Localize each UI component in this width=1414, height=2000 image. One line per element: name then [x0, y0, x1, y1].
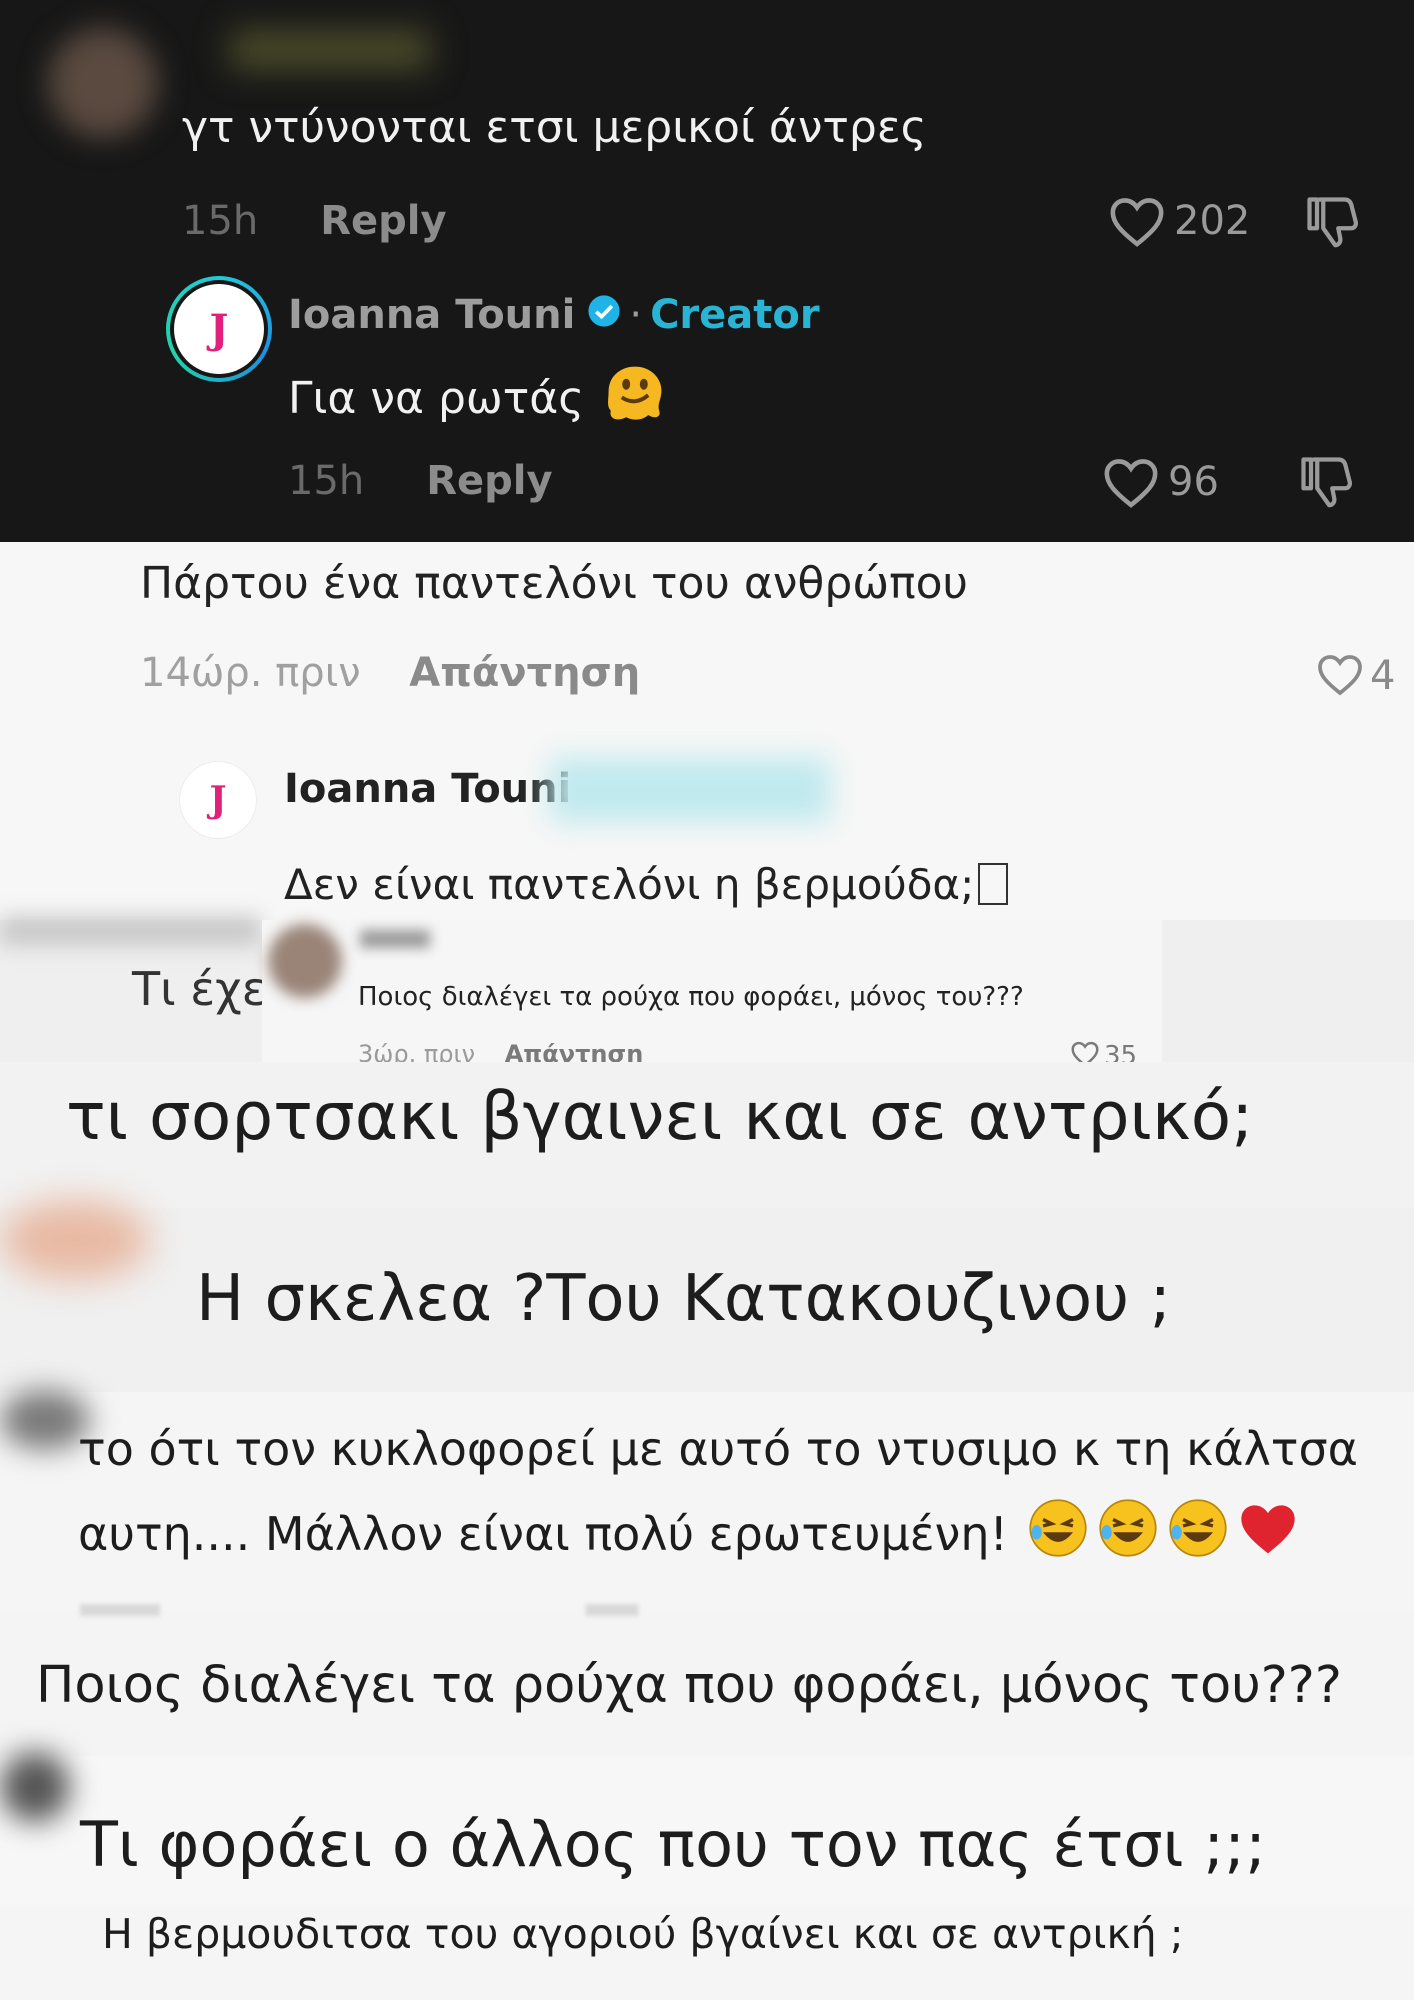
comment-meta: 15h Reply: [182, 198, 447, 244]
reply-author[interactable]: Ioanna Touni: [288, 292, 575, 338]
blurred-avatar: [48, 28, 158, 138]
reply-time: 15h: [288, 458, 365, 504]
comment-meta: 14ώρ. πριν Απάντηση: [140, 650, 640, 696]
cropped-meta-remnant: [80, 1604, 1410, 1616]
reply-like-count: 96: [1168, 459, 1219, 505]
creator-avatar-ring[interactable]: J: [166, 276, 272, 382]
like-button[interactable]: 4: [1316, 652, 1395, 700]
reply-button[interactable]: Reply: [320, 198, 446, 244]
creator-tag: Creator: [650, 292, 820, 338]
melting-face-emoji: [602, 362, 668, 435]
reply-meta: 15h Reply: [288, 458, 553, 504]
like-count: 4: [1370, 653, 1396, 699]
comment-time: 15h: [182, 198, 259, 244]
dislike-icon[interactable]: [1302, 192, 1362, 252]
avatar-letter: J: [209, 305, 229, 353]
reply-reply-button[interactable]: Reply: [426, 458, 552, 504]
reply-text: Δεν είναι παντελόνι η βερμούδα;: [284, 860, 975, 909]
blurred-avatar: [0, 916, 260, 946]
verified-badge-icon: [587, 292, 621, 338]
reply-text-row: Για να ρωτάς: [288, 362, 668, 435]
strip-text-1: τι σορτσακι βγαινει και σε αντρικό;: [66, 1078, 1254, 1155]
laughing-emoji: [1166, 1496, 1230, 1571]
comment-text: γτ ντύνονται ετσι μερικοί άντρες: [182, 102, 927, 153]
reply-button[interactable]: Απάντηση: [409, 650, 640, 696]
heart-icon: [1108, 194, 1166, 248]
creator-avatar: J: [174, 284, 264, 374]
avatar-letter: J: [209, 779, 227, 821]
reply-separator: ·: [629, 292, 643, 338]
blurred-username: [230, 30, 430, 70]
reply-header: Ioanna Touni · Creator: [288, 292, 820, 338]
red-heart-emoji: [1236, 1498, 1300, 1569]
heart-icon: [1316, 652, 1364, 700]
overlay-comment-text: Ποιος διαλέγει τα ρούχα που φοράει, μόνο…: [358, 982, 1024, 1012]
laughing-emoji: [1096, 1496, 1160, 1571]
laughing-emoji: [1026, 1496, 1090, 1571]
strip-text-3b: αυτη.... Μάλλον είναι πολύ ερωτευμένη!: [78, 1506, 1008, 1561]
strip-text-2: Η σκελεα ?Του Κατακουζινου ;: [196, 1262, 1172, 1336]
reply-text: Για να ρωτάς: [288, 373, 585, 424]
blurred-avatar: [0, 1200, 150, 1280]
blurred-username: [360, 930, 430, 948]
dislike-icon[interactable]: [1296, 452, 1356, 512]
partial-comment-text: Τι έχε: [132, 962, 267, 1016]
blurred-avatar: [0, 1752, 70, 1822]
strip-text-5: Τι φοράει ο άλλος που τον πας έτσι ;;;: [80, 1808, 1266, 1881]
missing-glyph-icon: [978, 863, 1009, 905]
strip-text-3b-row: αυτη.... Μάλλον είναι πολύ ερωτευμένη!: [78, 1496, 1300, 1571]
blurred-avatar: [0, 1390, 90, 1450]
reply-author[interactable]: Ioanna Touni: [284, 766, 571, 812]
dark-comment-panel: γτ ντύνονται ετσι μερικοί άντρες 15h Rep…: [0, 0, 1414, 542]
strip-text-4: Ποιος διαλέγει τα ρούχα που φοράει, μόνο…: [36, 1656, 1342, 1715]
like-count: 202: [1174, 198, 1251, 244]
comment-time: 14ώρ. πριν: [140, 650, 361, 696]
strip-text-6: Η βερμουδιτσα του αγοριού βγαίνει και σε…: [102, 1910, 1184, 1958]
like-button[interactable]: 202: [1108, 194, 1250, 248]
heart-icon: [1102, 455, 1160, 509]
strip-text-3a: το ότι τον κυκλοφορεί με αυτό το ντυσιμο…: [78, 1422, 1358, 1476]
comment-text: Πάρτου ένα παντελόνι του ανθρώπου: [140, 558, 968, 609]
blurred-avatar: [268, 924, 342, 998]
reply-like-button[interactable]: 96: [1102, 455, 1219, 509]
blurred-creator-tag: [550, 758, 830, 822]
creator-avatar[interactable]: J: [180, 762, 256, 838]
reply-text-row: Δεν είναι παντελόνι η βερμούδα;: [284, 860, 1009, 909]
